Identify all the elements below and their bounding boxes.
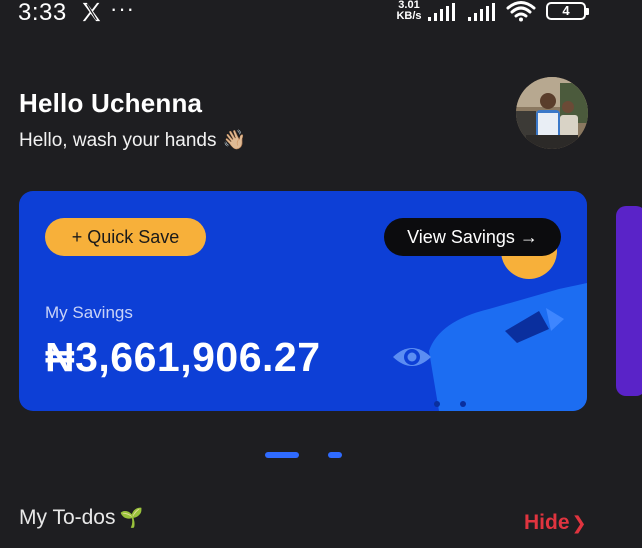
savings-label: My Savings [45,303,133,322]
network-speed-unit: KB/s [396,10,422,22]
view-savings-button[interactable]: View Savings → [384,218,561,256]
todos-title: My To-dos 🌱 [19,506,143,530]
pager-dot-active[interactable] [265,452,299,458]
more-notifications-icon: ··· [110,0,135,21]
profile-avatar[interactable] [516,77,588,149]
battery-icon: 4 [546,2,589,20]
home-screen: 3:33 ··· 3.01 KB/s 4 Hello Uchenna Hello… [0,0,642,548]
signal-2-icon [468,3,495,21]
avatar-photo [516,77,588,149]
eye-icon[interactable] [391,341,433,373]
chevron-right-icon: ❯ [571,513,587,533]
hide-label: Hide [524,511,570,534]
greeting-subtitle-text: Hello, wash your hands [19,130,217,151]
next-card-peek[interactable] [616,206,642,396]
greeting-title: Hello Uchenna [19,88,203,118]
todos-title-text: My To-dos [19,506,116,529]
sprout-icon: 🌱 [119,508,144,529]
hide-todos-button[interactable]: Hide ❯ [524,511,587,535]
piggy-bank-shape [429,283,587,411]
status-time: 3:33 [18,0,67,26]
quick-save-button[interactable]: + Quick Save [45,218,206,256]
waving-hand-icon: 👋🏼 [222,130,247,151]
savings-card[interactable]: + Quick Save View Savings → My Savings ₦… [19,191,587,411]
x-logo-icon [82,2,101,22]
status-bar: 3:33 ··· 3.01 KB/s 4 [0,0,642,30]
savings-amount: ₦3,661,906.27 [45,334,321,380]
pager-dot[interactable] [328,452,342,458]
wifi-icon [506,1,536,22]
network-speed: 3.01 KB/s [394,0,424,22]
greeting-subtitle: Hello, wash your hands 👋🏼 [19,128,246,152]
signal-1-icon [428,3,455,21]
